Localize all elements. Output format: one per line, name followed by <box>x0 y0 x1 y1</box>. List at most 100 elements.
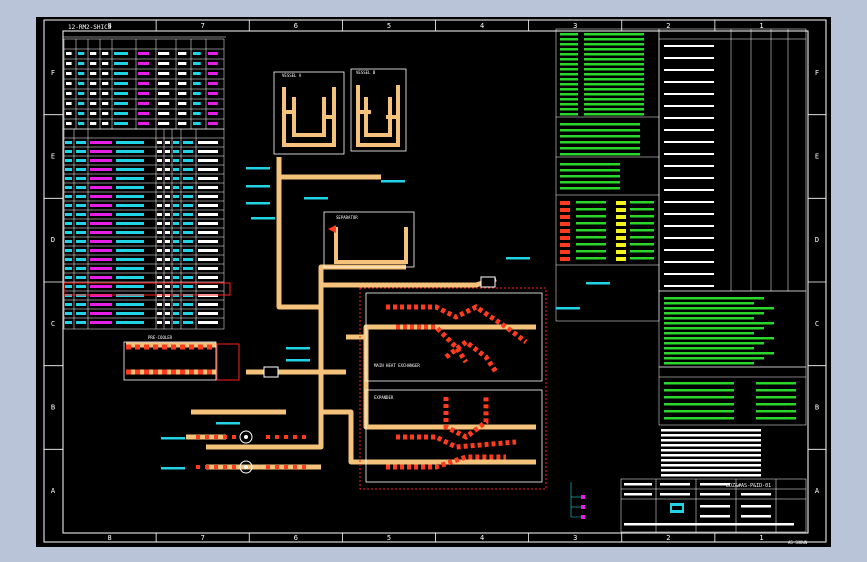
cell-mark <box>116 177 144 180</box>
cell-mark <box>158 102 170 105</box>
cell-mark <box>102 82 109 85</box>
cell-mark <box>178 92 187 95</box>
cell-mark <box>76 159 86 162</box>
note-mark <box>664 337 774 340</box>
note-mark <box>560 83 578 86</box>
cell-mark <box>114 102 128 105</box>
cell-mark <box>198 285 218 288</box>
cell-mark <box>193 102 201 105</box>
cell-mark <box>90 141 112 144</box>
cell-mark <box>158 122 170 125</box>
cell-mark <box>90 321 112 324</box>
note-mark <box>630 222 654 225</box>
rev-mark <box>664 285 714 287</box>
cell-mark <box>157 168 162 171</box>
note-mark <box>630 201 654 204</box>
cell-mark <box>116 303 144 306</box>
cell-mark <box>157 177 162 180</box>
cell-mark <box>198 276 218 279</box>
rev-mark <box>664 273 714 275</box>
company-logo <box>670 503 684 513</box>
cell-mark <box>90 303 112 306</box>
main-heat-exchanger-2: EXPANDER <box>365 389 543 483</box>
legend-swatch <box>560 229 570 233</box>
note-mark <box>560 169 620 172</box>
note-mark <box>560 48 578 51</box>
hx1-label: MAIN HEAT EXCHANGER <box>374 363 420 368</box>
note-mark <box>661 454 761 457</box>
note-mark <box>584 43 644 46</box>
cell-mark <box>65 222 72 225</box>
cell-mark <box>116 312 144 315</box>
cell-mark <box>165 159 170 162</box>
note-mark <box>560 93 578 96</box>
cell-mark <box>65 258 72 261</box>
cell-mark <box>76 312 86 315</box>
cell-mark <box>90 222 112 225</box>
cell-mark <box>158 112 170 115</box>
equipment-table-text <box>66 52 218 125</box>
cell-mark <box>178 72 187 75</box>
cell-mark <box>76 204 86 207</box>
cell-mark <box>173 258 179 261</box>
col-label: 6 <box>294 22 298 30</box>
note-mark <box>560 63 578 66</box>
bottom-legend-marks <box>581 495 585 519</box>
cell-mark <box>114 82 128 85</box>
cell-mark <box>76 168 86 171</box>
cell-mark <box>198 213 218 216</box>
legend-swatch <box>560 222 570 226</box>
note-mark <box>560 103 578 106</box>
cell-mark <box>193 122 201 125</box>
cell-mark <box>102 72 109 75</box>
cell-mark <box>173 141 179 144</box>
cell-mark <box>116 168 144 171</box>
rev-mark <box>664 201 714 203</box>
cell-mark <box>173 249 179 252</box>
cell-mark <box>183 276 193 279</box>
cell-mark <box>116 141 144 144</box>
title-mark <box>700 483 730 486</box>
pipe-label-mark <box>381 180 405 183</box>
cell-mark <box>208 72 218 75</box>
legend-swatch <box>560 201 570 205</box>
cell-mark <box>198 231 218 234</box>
cell-mark <box>76 285 86 288</box>
pipe-label-mark <box>286 347 310 350</box>
note-mark <box>560 43 578 46</box>
note-mark <box>661 439 761 442</box>
drawing-canvas: 87654321 87654321 FEDCBA FEDCBA 12-RM2-S… <box>36 17 831 547</box>
cell-mark <box>102 122 109 125</box>
general-notes-text <box>661 297 796 477</box>
note-mark <box>664 396 734 399</box>
note-mark <box>560 53 578 56</box>
cell-mark <box>78 112 85 115</box>
cell-mark <box>66 102 72 105</box>
cell-mark <box>198 177 218 180</box>
pipe-label-mark <box>216 422 240 425</box>
cell-mark <box>116 258 144 261</box>
vessel-a: VESSEL A <box>273 71 345 155</box>
note-mark <box>584 103 644 106</box>
cell-mark <box>90 177 112 180</box>
col-label: 5 <box>387 22 391 30</box>
row-label: B <box>815 404 819 412</box>
cell-mark <box>157 231 162 234</box>
note-mark <box>661 429 761 432</box>
cell-mark <box>116 222 144 225</box>
pipe-label-mark <box>286 359 310 362</box>
cell-mark <box>78 62 85 65</box>
row-label: D <box>51 236 55 244</box>
cell-mark <box>208 82 218 85</box>
legend-swatch <box>616 243 626 247</box>
vessel-b: VESSEL B <box>350 68 407 152</box>
legend-swatch <box>560 236 570 240</box>
cell-mark <box>178 112 187 115</box>
note-mark <box>630 250 654 253</box>
note-mark <box>661 464 761 467</box>
note-mark <box>576 208 606 211</box>
note-mark <box>584 108 644 111</box>
cell-mark <box>165 231 170 234</box>
cell-mark <box>90 82 97 85</box>
cell-mark <box>183 141 193 144</box>
